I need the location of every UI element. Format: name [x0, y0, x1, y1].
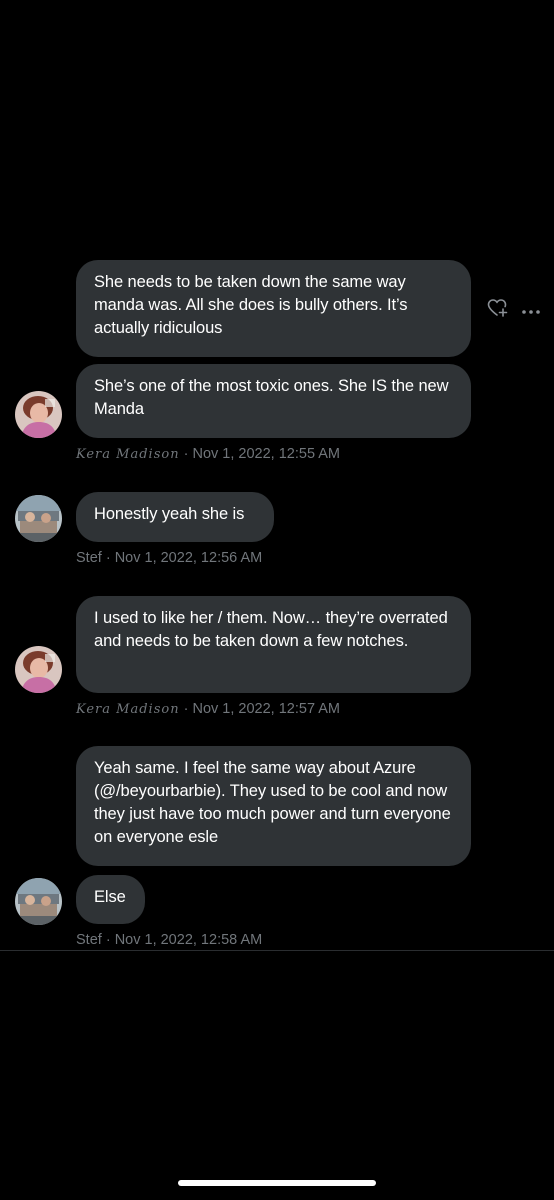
- divider: [0, 950, 554, 951]
- timestamp: Nov 1, 2022, 12:55 AM: [192, 446, 340, 462]
- timestamp: Nov 1, 2022, 12:57 AM: [192, 701, 340, 717]
- message-text: Yeah same. I feel the same way about Azu…: [94, 759, 451, 846]
- meta-separator: ·: [101, 932, 115, 948]
- heart-plus-icon[interactable]: [487, 298, 509, 323]
- message-text: She needs to be taken down the same way …: [94, 273, 408, 337]
- message-text: Else: [94, 888, 126, 906]
- meta-separator: ·: [179, 701, 193, 717]
- message-meta: Kera Madison · Nov 1, 2022, 12:55 AM: [76, 446, 340, 462]
- message-text: I used to like her / them. Now… they’re …: [94, 609, 448, 650]
- message-bubble[interactable]: Else: [76, 875, 145, 924]
- message-meta: Kera Madison · Nov 1, 2022, 12:57 AM: [76, 701, 340, 717]
- sender-name[interactable]: Kera Madison: [76, 702, 180, 717]
- sender-name[interactable]: Kera Madison: [76, 447, 180, 462]
- avatar[interactable]: [15, 878, 62, 925]
- home-indicator[interactable]: [178, 1180, 376, 1186]
- meta-separator: ·: [179, 446, 193, 462]
- message-actions: [487, 298, 541, 323]
- message-meta: Stef · Nov 1, 2022, 12:58 AM: [76, 932, 262, 948]
- meta-separator: ·: [101, 550, 115, 566]
- message-meta: Stef · Nov 1, 2022, 12:56 AM: [76, 550, 262, 566]
- timestamp: Nov 1, 2022, 12:58 AM: [114, 932, 263, 948]
- message-text: Honestly yeah she is: [94, 505, 245, 523]
- message-bubble[interactable]: Honestly yeah she is: [76, 492, 274, 542]
- message-bubble[interactable]: She’s one of the most toxic ones. She IS…: [76, 364, 471, 438]
- avatar[interactable]: [15, 391, 62, 438]
- avatar[interactable]: [15, 495, 62, 542]
- message-text: She’s one of the most toxic ones. She IS…: [94, 377, 449, 418]
- timestamp: Nov 1, 2022, 12:56 AM: [114, 550, 263, 566]
- message-bubble[interactable]: She needs to be taken down the same way …: [76, 260, 471, 357]
- message-bubble[interactable]: I used to like her / them. Now… they’re …: [76, 596, 471, 693]
- avatar[interactable]: [15, 646, 62, 693]
- sender-name[interactable]: Stef: [76, 550, 102, 566]
- more-options-icon[interactable]: [521, 302, 541, 320]
- sender-name[interactable]: Stef: [76, 932, 102, 948]
- message-bubble[interactable]: Yeah same. I feel the same way about Azu…: [76, 746, 471, 866]
